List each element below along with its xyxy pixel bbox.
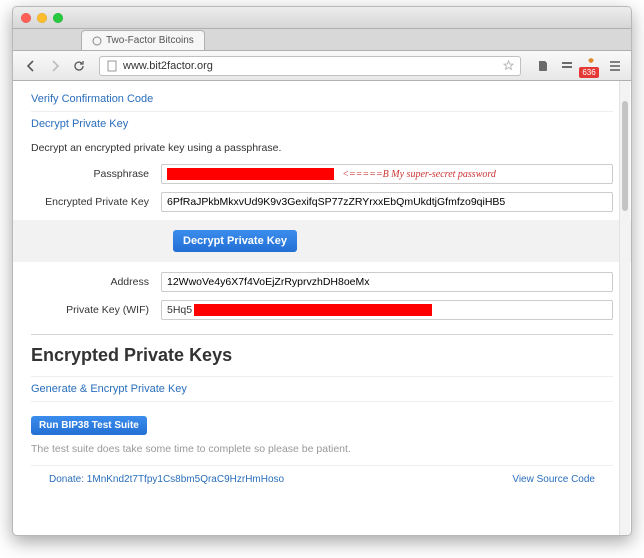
titlebar xyxy=(13,7,631,29)
wif-output[interactable]: 5Hq5 xyxy=(161,300,613,320)
address-bar[interactable]: www.bit2factor.org xyxy=(99,56,521,76)
link-verify-confirmation[interactable]: Verify Confirmation Code xyxy=(31,87,613,112)
extension-badge: 636 xyxy=(579,67,598,78)
chevron-right-icon xyxy=(49,60,61,72)
reload-button[interactable] xyxy=(69,57,89,75)
forward-button[interactable] xyxy=(45,57,65,75)
link-decrypt-private-key[interactable]: Decrypt Private Key xyxy=(31,112,613,136)
donate-link[interactable]: Donate: 1MnKnd2t7Tfpy1Cs8bm5QraC9HzrHmHo… xyxy=(49,474,284,485)
browser-toolbar: www.bit2factor.org 636 xyxy=(13,51,631,81)
settings-extension-icon[interactable] xyxy=(559,58,575,74)
encrypted-key-input[interactable] xyxy=(161,192,613,212)
close-window-icon[interactable] xyxy=(21,13,31,23)
chevron-left-icon xyxy=(25,60,37,72)
vertical-scrollbar[interactable] xyxy=(619,81,630,535)
menu-button[interactable] xyxy=(607,58,623,74)
run-test-suite-button[interactable]: Run BIP38 Test Suite xyxy=(31,416,147,435)
globe-icon xyxy=(92,36,102,46)
decrypt-description: Decrypt an encrypted private key using a… xyxy=(31,136,613,164)
minimize-window-icon[interactable] xyxy=(37,13,47,23)
encrypted-keys-heading: Encrypted Private Keys xyxy=(31,345,613,366)
evernote-extension-icon[interactable] xyxy=(535,58,551,74)
decrypt-action-strip: Decrypt Private Key xyxy=(13,220,631,262)
tab-title: Two-Factor Bitcoins xyxy=(106,35,194,46)
page-footer: Donate: 1MnKnd2t7Tfpy1Cs8bm5QraC9HzrHmHo… xyxy=(31,465,613,485)
wif-prefix: 5Hq5 xyxy=(167,304,192,316)
passphrase-label: Passphrase xyxy=(31,168,161,180)
encrypted-key-label: Encrypted Private Key xyxy=(31,196,161,208)
browser-window: Two-Factor Bitcoins www.bit2factor.org 6… xyxy=(12,6,632,536)
address-output[interactable] xyxy=(161,272,613,292)
page-icon xyxy=(106,60,118,72)
bookmark-star-icon[interactable] xyxy=(503,60,514,71)
hamburger-icon xyxy=(608,59,622,73)
tab-bar: Two-Factor Bitcoins xyxy=(13,29,631,51)
redacted-block xyxy=(194,304,432,316)
passphrase-annotation: <=====B My super-secret password xyxy=(342,169,496,180)
test-suite-note: The test suite does take some time to co… xyxy=(31,443,613,455)
reload-icon xyxy=(73,60,85,72)
tab-active[interactable]: Two-Factor Bitcoins xyxy=(81,30,205,50)
link-generate-encrypt[interactable]: Generate & Encrypt Private Key xyxy=(31,376,613,402)
decrypt-button[interactable]: Decrypt Private Key xyxy=(173,230,297,252)
address-label: Address xyxy=(31,276,161,288)
scrollbar-thumb[interactable] xyxy=(622,101,628,211)
zoom-window-icon[interactable] xyxy=(53,13,63,23)
redacted-block xyxy=(167,168,334,180)
back-button[interactable] xyxy=(21,57,41,75)
adblock-extension-icon[interactable]: 636 xyxy=(583,58,599,74)
passphrase-input[interactable]: <=====B My super-secret password xyxy=(161,164,613,184)
page-viewport: Verify Confirmation Code Decrypt Private… xyxy=(13,81,631,535)
url-text: www.bit2factor.org xyxy=(123,60,503,72)
view-source-link[interactable]: View Source Code xyxy=(512,474,595,485)
wif-label: Private Key (WIF) xyxy=(31,304,161,316)
section-divider xyxy=(31,334,613,335)
